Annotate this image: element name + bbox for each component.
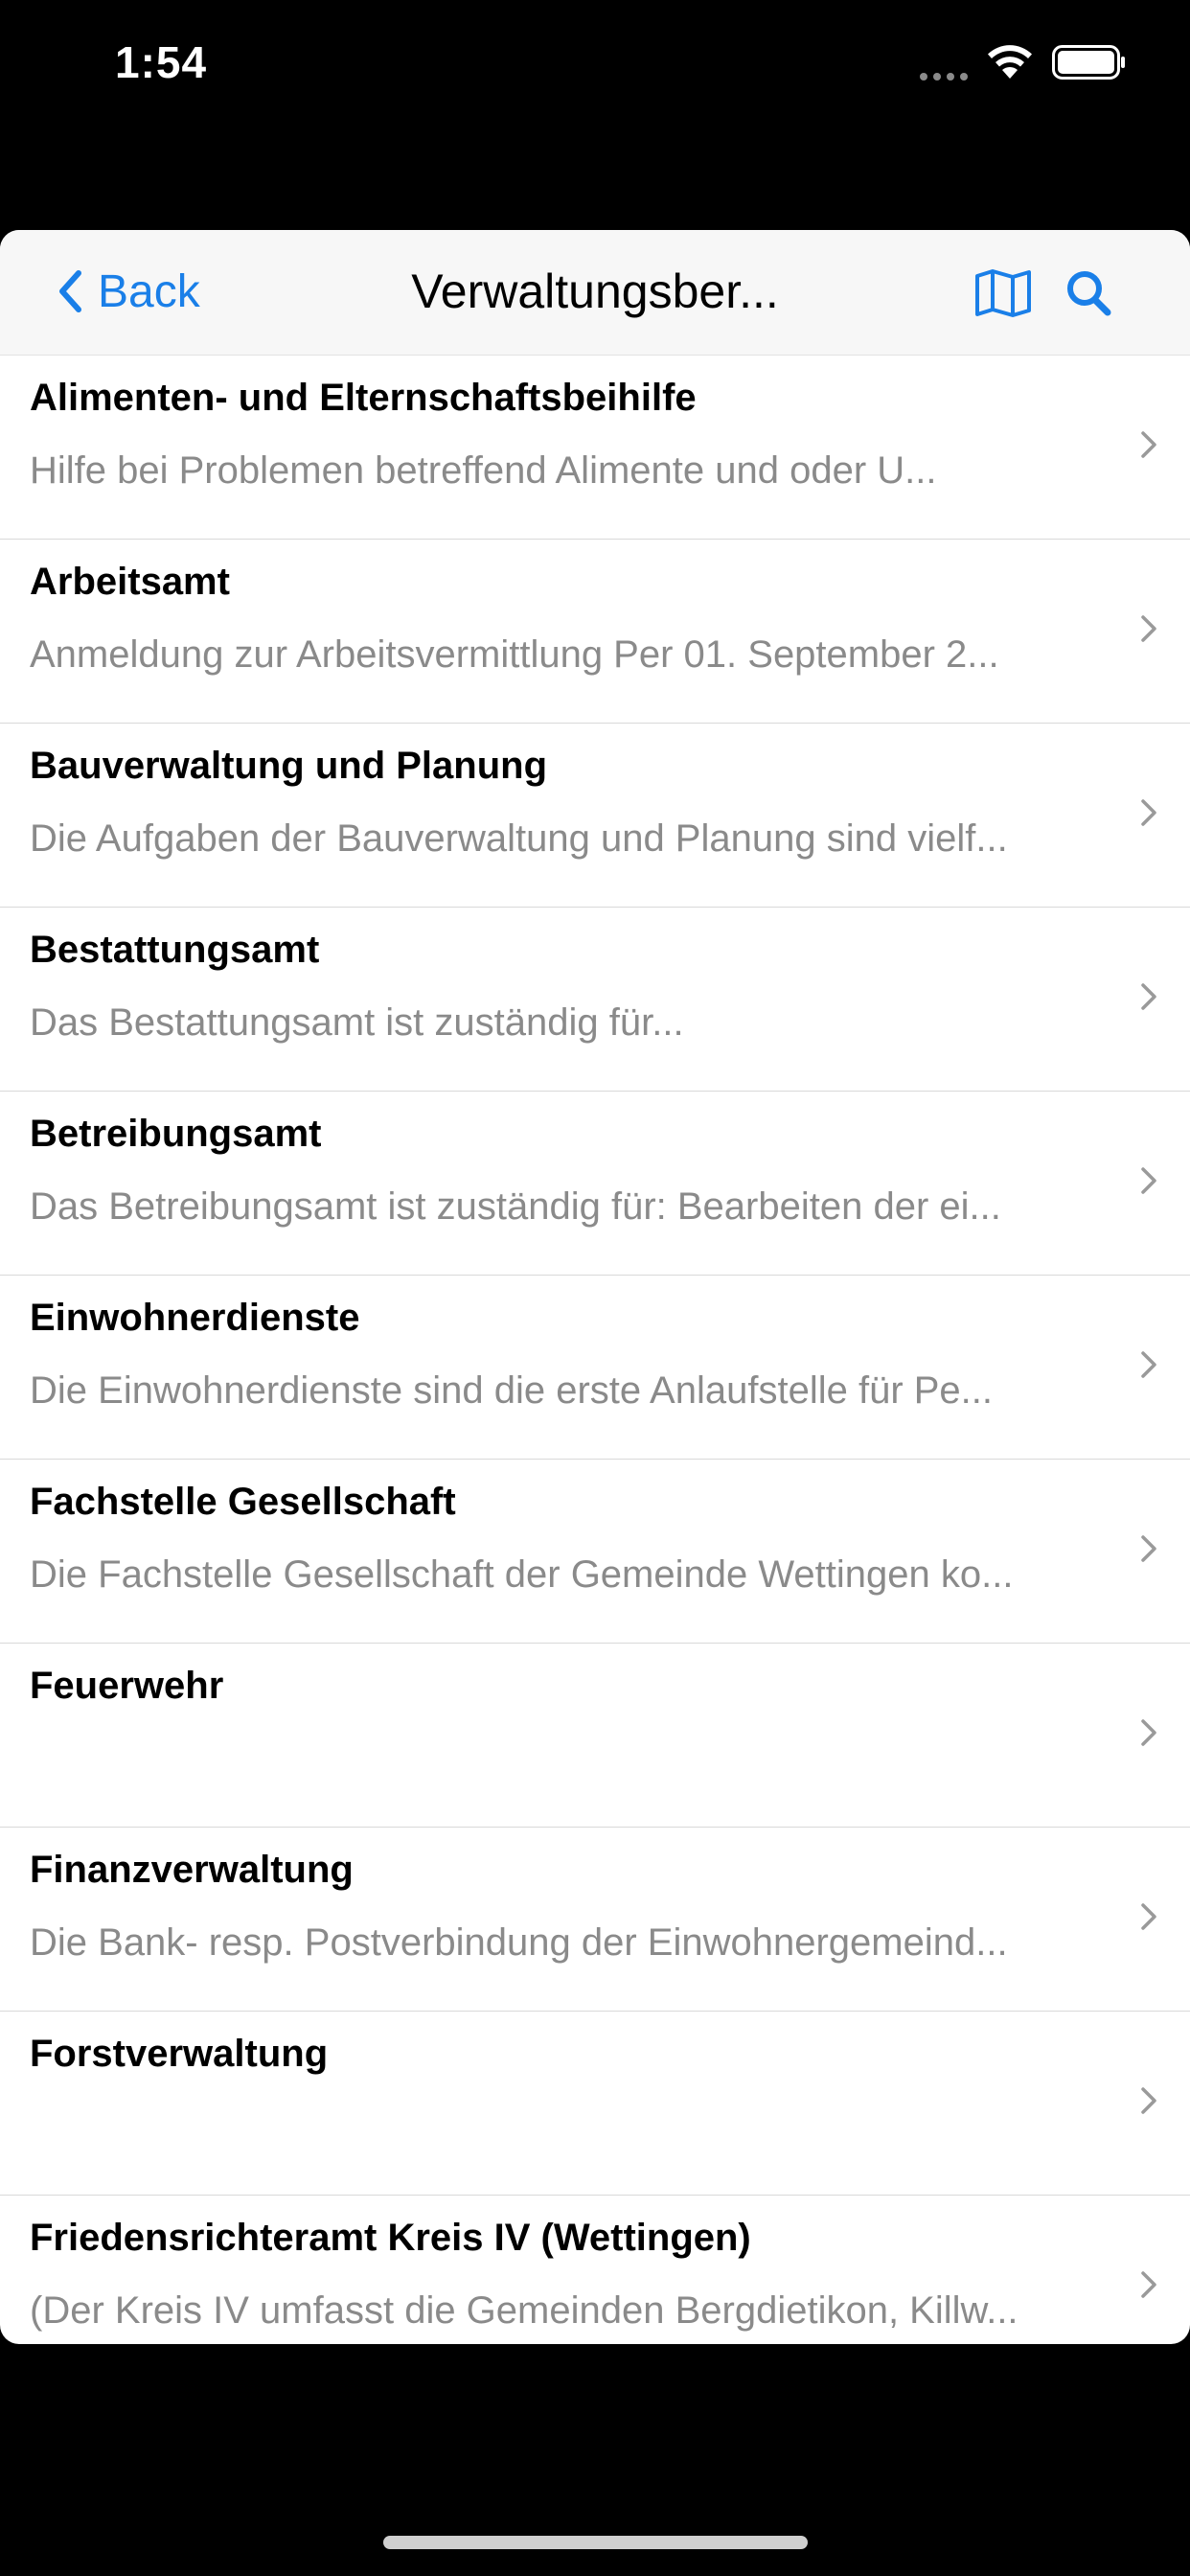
item-title: Alimenten- und Elternschaftsbeihilfe bbox=[30, 377, 697, 419]
status-time: 1:54 bbox=[115, 37, 208, 87]
list-item[interactable]: Friedensrichteramt Kreis IV (Wettingen) … bbox=[0, 2196, 1190, 2344]
navigation-bar: Back Verwaltungsber... bbox=[0, 230, 1190, 356]
item-subtitle: Die Einwohnerdienste sind die erste Anla… bbox=[30, 1369, 994, 1412]
item-title: Fachstelle Gesellschaft bbox=[30, 1481, 456, 1523]
chevron-right-icon bbox=[1141, 615, 1156, 642]
list-item[interactable]: Forstverwaltung bbox=[0, 2012, 1190, 2196]
item-title: Arbeitsamt bbox=[30, 561, 230, 603]
chevron-left-icon bbox=[59, 270, 81, 312]
item-subtitle: Das Bestattungsamt ist zuständig für... bbox=[30, 1001, 684, 1044]
home-indicator[interactable] bbox=[383, 2536, 808, 2549]
item-subtitle: Hilfe bei Problemen betreffend Alimente … bbox=[30, 449, 937, 492]
item-subtitle: (Der Kreis IV umfasst die Gemeinden Berg… bbox=[30, 2289, 1018, 2332]
chevron-right-icon bbox=[1141, 1167, 1156, 1194]
item-subtitle: Die Fachstelle Gesellschaft der Gemeinde… bbox=[30, 1553, 1014, 1596]
chevron-right-icon bbox=[1141, 983, 1156, 1010]
chevron-right-icon bbox=[1141, 2271, 1156, 2298]
service-list: Alimenten- und Elternschaftsbeihilfe Hil… bbox=[0, 356, 1190, 2344]
chevron-right-icon bbox=[1141, 1719, 1156, 1746]
back-button[interactable]: Back bbox=[56, 263, 200, 320]
list-item[interactable]: Feuerwehr bbox=[0, 1644, 1190, 1828]
cellular-signal-icon bbox=[920, 73, 968, 80]
chevron-right-icon bbox=[1141, 1903, 1156, 1930]
chevron-right-icon bbox=[1141, 1535, 1156, 1562]
item-subtitle: Anmeldung zur Arbeitsvermittlung Per 01.… bbox=[30, 633, 999, 676]
chevron-right-icon bbox=[1141, 799, 1156, 826]
chevron-right-icon bbox=[1141, 431, 1156, 458]
list-item[interactable]: Alimenten- und Elternschaftsbeihilfe Hil… bbox=[0, 356, 1190, 540]
item-title: Feuerwehr bbox=[30, 1665, 224, 1707]
item-title: Forstverwaltung bbox=[30, 2033, 329, 2075]
item-subtitle: Die Aufgaben der Bauverwaltung und Planu… bbox=[30, 817, 1008, 860]
item-title: Friedensrichteramt Kreis IV (Wettingen) bbox=[30, 2217, 751, 2259]
modal-sheet: Back Verwaltungsber... Alimenten- und El… bbox=[0, 230, 1190, 2344]
list-item[interactable]: Betreibungsamt Das Betreibungsamt ist zu… bbox=[0, 1092, 1190, 1276]
list-item[interactable]: Fachstelle Gesellschaft Die Fachstelle G… bbox=[0, 1460, 1190, 1644]
search-icon[interactable] bbox=[1065, 268, 1113, 318]
list-item[interactable]: Bestattungsamt Das Bestattungsamt ist zu… bbox=[0, 908, 1190, 1092]
page-title: Verwaltungsber... bbox=[411, 264, 779, 318]
chevron-right-icon bbox=[1141, 1351, 1156, 1378]
list-item[interactable]: Einwohnerdienste Die Einwohnerdienste si… bbox=[0, 1276, 1190, 1460]
battery-icon bbox=[1052, 45, 1125, 80]
item-title: Bestattungsamt bbox=[30, 929, 320, 971]
status-bar: 1:54 bbox=[0, 0, 1190, 134]
item-title: Finanzverwaltung bbox=[30, 1849, 354, 1891]
list-item[interactable]: Bauverwaltung und Planung Die Aufgaben d… bbox=[0, 724, 1190, 908]
back-button-label: Back bbox=[98, 265, 200, 317]
wifi-icon bbox=[988, 45, 1032, 79]
item-subtitle: Die Bank- resp. Postverbindung der Einwo… bbox=[30, 1921, 1008, 1964]
item-subtitle: Das Betreibungsamt ist zuständig für: Be… bbox=[30, 1185, 1001, 1228]
list-item[interactable]: Arbeitsamt Anmeldung zur Arbeitsvermittl… bbox=[0, 540, 1190, 724]
item-title: Betreibungsamt bbox=[30, 1113, 322, 1155]
item-title: Bauverwaltung und Planung bbox=[30, 745, 548, 787]
list-item[interactable]: Finanzverwaltung Die Bank- resp. Postver… bbox=[0, 1828, 1190, 2012]
item-title: Einwohnerdienste bbox=[30, 1297, 360, 1339]
map-icon[interactable] bbox=[973, 268, 1033, 318]
chevron-right-icon bbox=[1141, 2087, 1156, 2114]
